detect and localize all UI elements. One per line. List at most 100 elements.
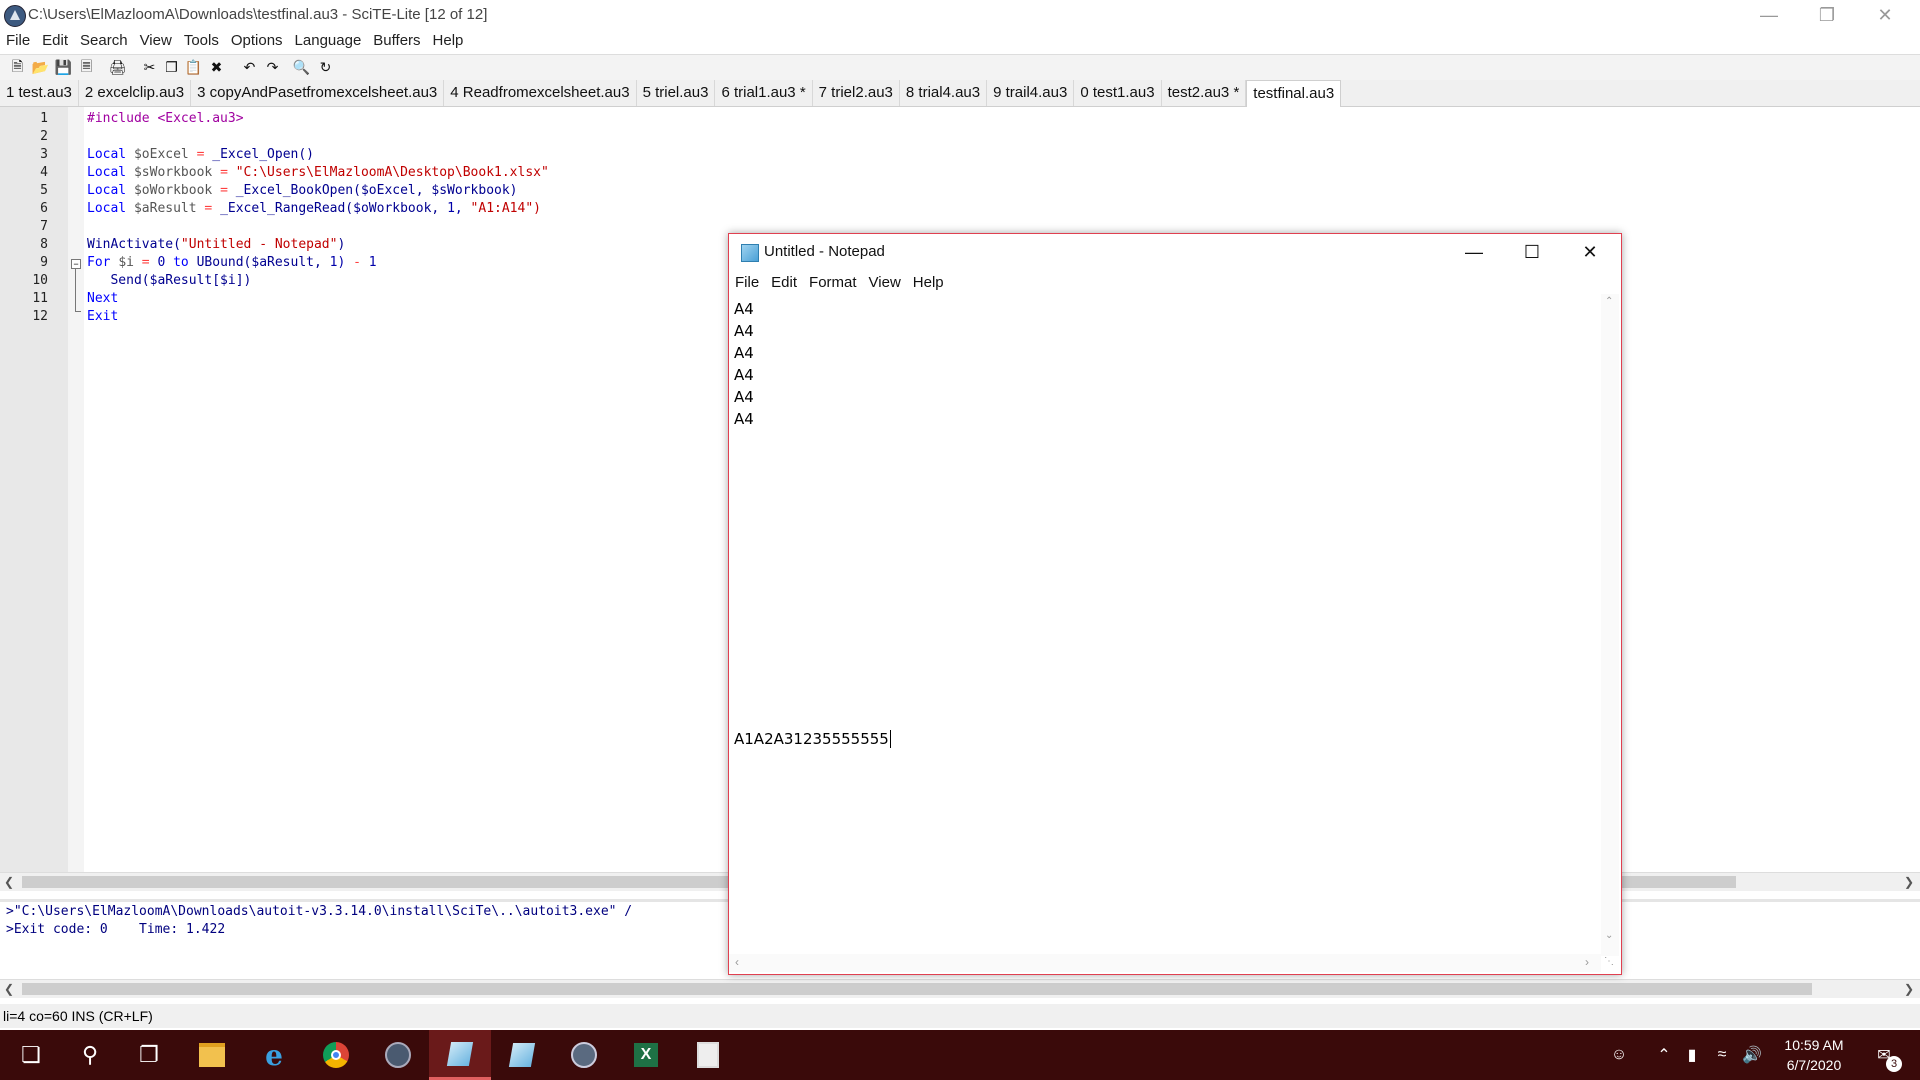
resize-grip-icon[interactable]: ⋱ [1604,956,1618,970]
notepad-menu-edit[interactable]: Edit [765,272,803,294]
new-file-icon[interactable]: 🗎 [9,58,26,76]
menu-file[interactable]: File [0,30,36,52]
tab-test1[interactable]: 0 test1.au3 [1074,80,1162,106]
delete-icon[interactable]: ✖ [208,59,225,76]
notepad-minimize-icon[interactable]: — [1445,234,1503,270]
menu-tools[interactable]: Tools [178,30,225,52]
notepad-text-area[interactable]: A4 A4 A4 A4 A4 A4 A1A2A31235555555​ [729,294,1601,954]
menu-options[interactable]: Options [225,30,289,52]
tab-copyandpaset[interactable]: 3 copyAndPasetfromexcelsheet.au3 [191,80,445,106]
notifications-icon[interactable]: ✉ 3 [1864,1030,1904,1080]
output-scroll-thumb[interactable] [22,983,1812,995]
chrome-icon[interactable] [305,1030,367,1080]
open-folder-icon[interactable]: 📂 [32,59,49,76]
print-icon[interactable]: 🖨 [109,59,127,76]
notepad-horizontal-scrollbar[interactable]: ‹ › [729,954,1601,972]
close-file-icon[interactable]: 🗏 [78,58,95,76]
output-line: >Exit code: 0 Time: 1.422 [6,922,226,937]
autoit-icon[interactable] [367,1030,429,1080]
notepad-window[interactable]: Untitled - Notepad — ☐ ✕ File Edit Forma… [728,233,1622,975]
notepad-menu-format[interactable]: Format [803,272,863,294]
restore-icon[interactable]: ❐ [1798,0,1856,30]
output-line: >"C:\Users\ElMazloomA\Downloads\autoit-v… [6,904,633,919]
tab-testfinal[interactable]: testfinal.au3 [1246,80,1342,107]
include-directive: #include <Excel.au3> [87,111,244,126]
file-explorer-icon[interactable] [181,1030,243,1080]
notification-count-badge: 3 [1886,1056,1902,1072]
notepad-menu-file[interactable]: File [729,272,765,294]
scroll-left-icon[interactable]: ❮ [0,980,18,998]
line-number: 8 [40,237,48,252]
system-clock[interactable]: 10:59 AM 6/7/2020 [1772,1030,1856,1080]
excel-icon[interactable]: X [615,1030,677,1080]
menu-buffers[interactable]: Buffers [367,30,426,52]
tab-trail4[interactable]: 9 trail4.au3 [987,80,1075,106]
scroll-down-icon[interactable]: ⌄ [1605,930,1613,941]
code-line-3: Local $oExcel = _Excel_Open() [87,147,314,162]
cut-icon[interactable]: ✂ [141,59,158,76]
copy-icon[interactable]: ❐ [163,59,180,76]
notepad-vertical-scrollbar[interactable]: ⌃ ⌄ [1601,294,1619,956]
tab-readfromexcelsheet[interactable]: 4 Readfromexcelsheet.au3 [444,80,637,106]
line-number: 11 [32,291,48,306]
scroll-left-icon[interactable]: ❮ [0,873,18,891]
line-number: 9 [40,255,48,270]
battery-icon[interactable]: ▮ [1680,1030,1704,1080]
notepad-maximize-icon[interactable]: ☐ [1503,234,1561,270]
people-icon[interactable]: ☺ [1604,1030,1634,1080]
volume-icon[interactable]: 🔊 [1740,1030,1764,1080]
tab-trial4[interactable]: 8 trial4.au3 [900,80,988,106]
tab-triel[interactable]: 5 triel.au3 [637,80,716,106]
undo-icon[interactable]: ↶ [241,59,258,76]
code-line-8: WinActivate("Untitled - Notepad") [87,237,346,252]
redo-icon[interactable]: ↷ [264,59,281,76]
scite-taskbar-icon[interactable] [553,1030,615,1080]
scite-menubar: File Edit Search View Tools Options Lang… [0,30,1920,52]
scroll-right-icon[interactable]: ❯ [1900,873,1918,891]
tab-trial1[interactable]: 6 trial1.au3 * [715,80,813,106]
tab-test[interactable]: 1 test.au3 [0,80,79,106]
calculator-icon[interactable] [677,1030,739,1080]
paste-icon[interactable]: 📋 [185,59,202,76]
chevron-up-icon[interactable]: ⌃ [1652,1030,1676,1080]
notepad-title-bar[interactable]: Untitled - Notepad — ☐ ✕ [729,234,1621,270]
menu-language[interactable]: Language [289,30,368,52]
line-number: 10 [32,273,48,288]
buffer-tabs: 1 test.au3 2 excelclip.au3 3 copyAndPase… [0,80,1920,107]
notepad-taskbar-icon[interactable] [429,1030,491,1080]
search-icon[interactable]: ⚲ [59,1030,121,1080]
menu-help[interactable]: Help [427,30,470,52]
start-windows-icon[interactable]: ❏ [0,1030,62,1080]
tab-excelclip[interactable]: 2 excelclip.au3 [79,80,192,106]
find-icon[interactable]: 🔍 [293,59,310,76]
clock-time: 10:59 AM [1784,1037,1844,1053]
wifi-icon[interactable]: ≈ [1710,1030,1734,1080]
notepad-menu-view[interactable]: View [863,272,907,294]
internet-explorer-icon[interactable]: e [243,1030,305,1080]
close-icon[interactable]: ✕ [1856,0,1914,30]
code-line-6: Local $aResult = _Excel_RangeRead($oWork… [87,201,541,216]
scroll-right-icon[interactable]: › [1585,955,1589,969]
menu-search[interactable]: Search [74,30,134,52]
save-icon[interactable]: 💾 [55,59,72,76]
fold-minus-icon[interactable]: − [71,259,81,269]
notepad-taskbar-icon-2[interactable] [491,1030,553,1080]
output-horizontal-scrollbar[interactable]: ❮ ❯ [0,979,1920,998]
scroll-right-icon[interactable]: ❯ [1900,980,1918,998]
scroll-up-icon[interactable]: ⌃ [1605,296,1613,307]
task-view-icon[interactable]: ❐ [118,1030,180,1080]
replace-icon[interactable]: ↻ [317,59,334,76]
tab-triel2[interactable]: 7 triel2.au3 [813,80,900,106]
minimize-icon[interactable]: — [1740,0,1798,30]
notepad-text-line: A4 [734,322,754,340]
tab-test2[interactable]: test2.au3 * [1162,80,1247,106]
scroll-left-icon[interactable]: ‹ [735,955,739,969]
notepad-menu-help[interactable]: Help [907,272,950,294]
menu-edit[interactable]: Edit [36,30,74,52]
scite-app-icon [4,5,26,27]
text-cursor: ​ [889,730,891,748]
menu-view[interactable]: View [134,30,178,52]
code-line-12: Exit [87,309,119,324]
line-number: 2 [40,129,48,144]
notepad-close-icon[interactable]: ✕ [1561,234,1619,270]
